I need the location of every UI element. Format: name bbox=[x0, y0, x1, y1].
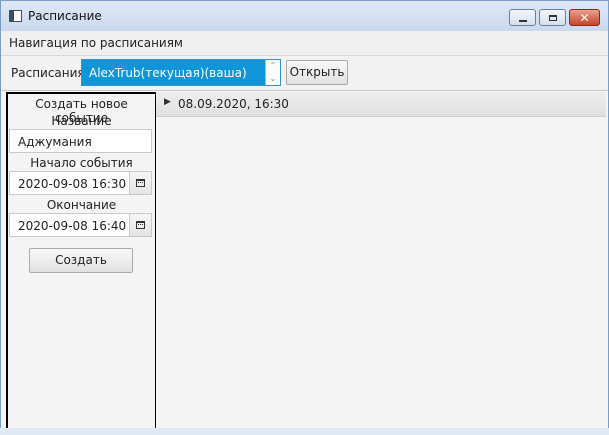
minimize-icon bbox=[518, 19, 527, 22]
name-field[interactable]: Аджумания bbox=[9, 129, 152, 153]
start-date-field[interactable]: 2020-09-08 16:30 bbox=[9, 171, 130, 195]
maximize-button[interactable] bbox=[539, 9, 566, 26]
calendar-icon bbox=[136, 221, 145, 229]
tree-item[interactable]: ▶ 08.09.2020, 16:30 bbox=[156, 92, 606, 117]
end-date-picker[interactable]: 2020-09-08 16:40 bbox=[9, 213, 152, 237]
menu-navigation[interactable]: Навигация по расписаниям bbox=[9, 36, 183, 50]
start-label: Начало события bbox=[30, 156, 133, 170]
toolbar: Расписания AlexTrub(текущая)(ваша) ⌃ ⌄ О… bbox=[1, 56, 608, 91]
schedule-select-value: AlexTrub(текущая)(ваша) bbox=[89, 66, 247, 80]
calendar-icon bbox=[136, 179, 145, 187]
app-window: Расписание ✕ Навигация по расписаниям Ра… bbox=[0, 0, 609, 435]
open-button[interactable]: Открыть bbox=[286, 60, 348, 85]
end-date-value: 2020-09-08 16:40 bbox=[18, 219, 127, 233]
minimize-button[interactable] bbox=[509, 9, 536, 26]
create-event-panel: Создать новое событие Название Аджумания… bbox=[6, 92, 157, 431]
end-date-field[interactable]: 2020-09-08 16:40 bbox=[9, 213, 130, 237]
tree-item-label: 08.09.2020, 16:30 bbox=[178, 97, 289, 111]
schedule-select[interactable]: AlexTrub(текущая)(ваша) ⌃ ⌄ bbox=[81, 59, 281, 86]
name-label: Название bbox=[51, 114, 112, 128]
triangle-right-icon[interactable]: ▶ bbox=[164, 97, 171, 107]
schedules-label: Расписания bbox=[11, 66, 85, 80]
chevron-down-icon[interactable]: ⌄ bbox=[266, 73, 280, 85]
close-icon: ✕ bbox=[579, 10, 590, 25]
close-button[interactable]: ✕ bbox=[569, 9, 600, 26]
start-date-picker[interactable]: 2020-09-08 16:30 bbox=[9, 171, 152, 195]
end-label: Окончание bbox=[46, 198, 117, 212]
end-calendar-button[interactable] bbox=[130, 213, 152, 237]
chevron-up-icon[interactable]: ⌃ bbox=[266, 60, 280, 72]
menu-bar: Навигация по расписаниям bbox=[1, 31, 608, 56]
title-bar[interactable]: Расписание ✕ bbox=[1, 1, 608, 31]
start-date-value: 2020-09-08 16:30 bbox=[18, 177, 127, 191]
name-field-value: Аджумания bbox=[18, 135, 92, 149]
events-tree: ▶ 08.09.2020, 16:30 bbox=[156, 91, 606, 429]
maximize-icon bbox=[548, 14, 557, 21]
start-calendar-button[interactable] bbox=[130, 171, 152, 195]
app-window-icon bbox=[9, 10, 22, 22]
window-title: Расписание bbox=[28, 9, 102, 23]
create-button[interactable]: Создать bbox=[29, 248, 133, 273]
window-bottom-edge bbox=[0, 428, 609, 435]
schedule-spinner[interactable]: ⌃ ⌄ bbox=[265, 60, 280, 85]
